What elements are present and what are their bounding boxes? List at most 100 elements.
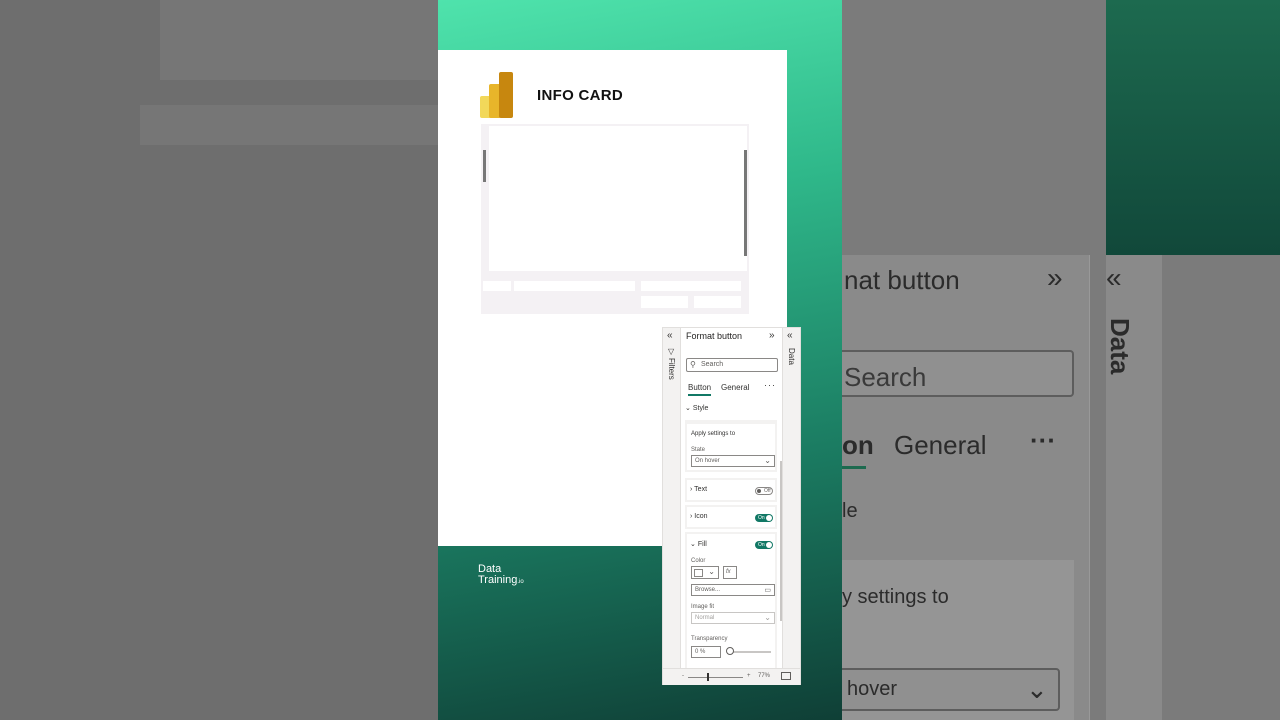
zoom-slider-thumb[interactable] xyxy=(707,673,709,681)
expand-pane-icon[interactable]: » xyxy=(769,331,775,341)
zoom-level: 77% xyxy=(758,673,771,679)
data-label[interactable]: Data xyxy=(787,348,796,365)
image-fit-value: Normal xyxy=(695,615,715,621)
color-picker[interactable]: ⌄ xyxy=(691,566,719,579)
transparency-input[interactable]: 0 % xyxy=(691,646,721,658)
tab-general[interactable]: General xyxy=(721,383,749,392)
zoom-in-button[interactable]: + xyxy=(747,673,751,679)
chevron-down-icon: ⌄ xyxy=(708,567,715,576)
icon-group[interactable]: › Icon On xyxy=(685,505,777,529)
pane-title: Format button xyxy=(686,331,743,341)
tab-button[interactable]: Button xyxy=(688,383,712,396)
blurred-tab-general: General xyxy=(894,430,987,460)
collapse-filters-icon[interactable]: « xyxy=(667,331,673,341)
blurred-data-label: Data xyxy=(1105,318,1135,375)
blurred-chevron-icon: ⌄ xyxy=(1026,674,1048,704)
color-swatch xyxy=(694,569,703,577)
search-placeholder: Search xyxy=(701,361,724,368)
placeholder-block xyxy=(483,281,511,291)
placeholder-block xyxy=(641,296,688,308)
fill-label: Fill xyxy=(697,541,707,548)
transparency-value: 0 % xyxy=(695,649,706,655)
card-content-area xyxy=(489,126,747,271)
zoom-out-button[interactable]: - xyxy=(682,673,684,679)
fill-toggle[interactable]: On xyxy=(755,541,773,549)
blurred-collapse-icon: « xyxy=(1106,262,1122,293)
icon-label: Icon xyxy=(694,513,708,520)
collapse-data-icon[interactable]: « xyxy=(787,331,793,341)
icon-section-header[interactable]: › Icon xyxy=(690,513,708,520)
browse-label: Browse... xyxy=(695,587,721,593)
apply-settings-label: Apply settings to xyxy=(691,431,736,437)
page-title: INFO CARD xyxy=(537,87,624,104)
text-section-header[interactable]: › Text xyxy=(690,486,707,493)
screenshot: nat button » « Data Search on General ··… xyxy=(0,0,1280,720)
brand-line-2: Training xyxy=(478,574,518,586)
search-icon: ⚲ xyxy=(690,360,696,369)
info-card-visual[interactable] xyxy=(481,124,749,314)
data-rail[interactable]: « Data xyxy=(782,328,800,684)
blurred-style-label: le xyxy=(842,500,858,522)
chevron-down-icon: ⌄ xyxy=(690,541,696,548)
chevron-down-icon: ⌄ xyxy=(764,456,771,465)
transparency-slider-thumb[interactable] xyxy=(726,647,734,655)
placeholder-block xyxy=(641,281,741,291)
blurred-tab-underline xyxy=(842,466,866,469)
chevron-right-icon: › xyxy=(690,486,693,493)
fill-group: ⌄ Fill On Color ⌄ fx Browse... ▭ Image f… xyxy=(685,532,777,668)
card-scrollbar-left[interactable] xyxy=(483,150,486,182)
format-pane: « ▽ Filters Format button » ⚲ Search But… xyxy=(662,327,801,685)
fill-section-header[interactable]: ⌄ Fill xyxy=(690,540,707,548)
fx-button[interactable]: fx xyxy=(723,566,737,579)
filter-icon: ▽ xyxy=(668,347,675,356)
fill-card: ⌄ Fill On Color ⌄ fx Browse... ▭ Image f… xyxy=(687,534,775,668)
blurred-green-area xyxy=(1106,0,1280,255)
chevron-down-icon: ⌄ xyxy=(685,405,691,412)
blurred-block xyxy=(140,105,438,145)
filters-label[interactable]: Filters xyxy=(667,358,676,380)
image-icon: ▭ xyxy=(764,587,771,594)
blurred-more-icon: ··· xyxy=(1030,425,1056,455)
format-pane-body: Format button » ⚲ Search Button General … xyxy=(681,328,783,668)
apply-settings-group: Apply settings to State On hover ⌄ xyxy=(685,420,777,472)
text-toggle[interactable]: Off xyxy=(755,487,773,495)
text-label: Text xyxy=(694,486,708,493)
blurred-expand-icon: » xyxy=(1047,262,1063,293)
image-fit-label: Image fit xyxy=(691,604,715,610)
blurred-background-left xyxy=(0,0,438,720)
state-dropdown[interactable]: On hover ⌄ xyxy=(691,455,775,467)
icon-toggle[interactable]: On xyxy=(755,514,773,522)
image-fit-dropdown[interactable]: Normal ⌄ xyxy=(691,612,775,624)
search-input[interactable]: ⚲ Search xyxy=(686,358,778,372)
text-card: › Text Off xyxy=(687,480,775,500)
blurred-title: nat button xyxy=(844,265,960,295)
blurred-search-text: Search xyxy=(844,362,927,392)
card-scrollbar-right[interactable] xyxy=(744,150,747,256)
browse-image-button[interactable]: Browse... ▭ xyxy=(691,584,775,596)
style-section-label: Style xyxy=(692,405,709,412)
state-dropdown-value: On hover xyxy=(695,458,720,464)
placeholder-block xyxy=(514,281,635,291)
state-label: State xyxy=(691,447,706,453)
chevron-right-icon: › xyxy=(690,513,693,520)
blurred-state-value: hover xyxy=(847,678,898,700)
fit-to-page-icon[interactable] xyxy=(781,672,791,680)
zoom-bar: - + 77% xyxy=(663,668,800,685)
brand-suffix: .io xyxy=(517,579,524,585)
blurred-apply-label: y settings to xyxy=(842,586,949,608)
blurred-background-right: nat button » « Data Search on General ··… xyxy=(842,0,1280,720)
power-bi-logo-icon xyxy=(480,72,514,118)
transparency-label: Transparency xyxy=(691,636,728,642)
blurred-block xyxy=(160,0,438,80)
blurred-tab-button: on xyxy=(842,430,874,460)
chevron-down-icon: ⌄ xyxy=(764,613,771,622)
more-options-icon[interactable]: ··· xyxy=(764,380,776,390)
apply-settings-card: Apply settings to State On hover ⌄ xyxy=(687,424,775,470)
icon-card: › Icon On xyxy=(687,507,775,527)
style-section-header[interactable]: ⌄ Style xyxy=(685,404,708,412)
color-label: Color xyxy=(691,558,706,564)
filters-rail[interactable]: « ▽ Filters xyxy=(663,328,681,684)
brand-logo: Data Training.io xyxy=(478,564,524,588)
zoom-slider-track[interactable] xyxy=(688,677,743,678)
text-group[interactable]: › Text Off xyxy=(685,478,777,502)
